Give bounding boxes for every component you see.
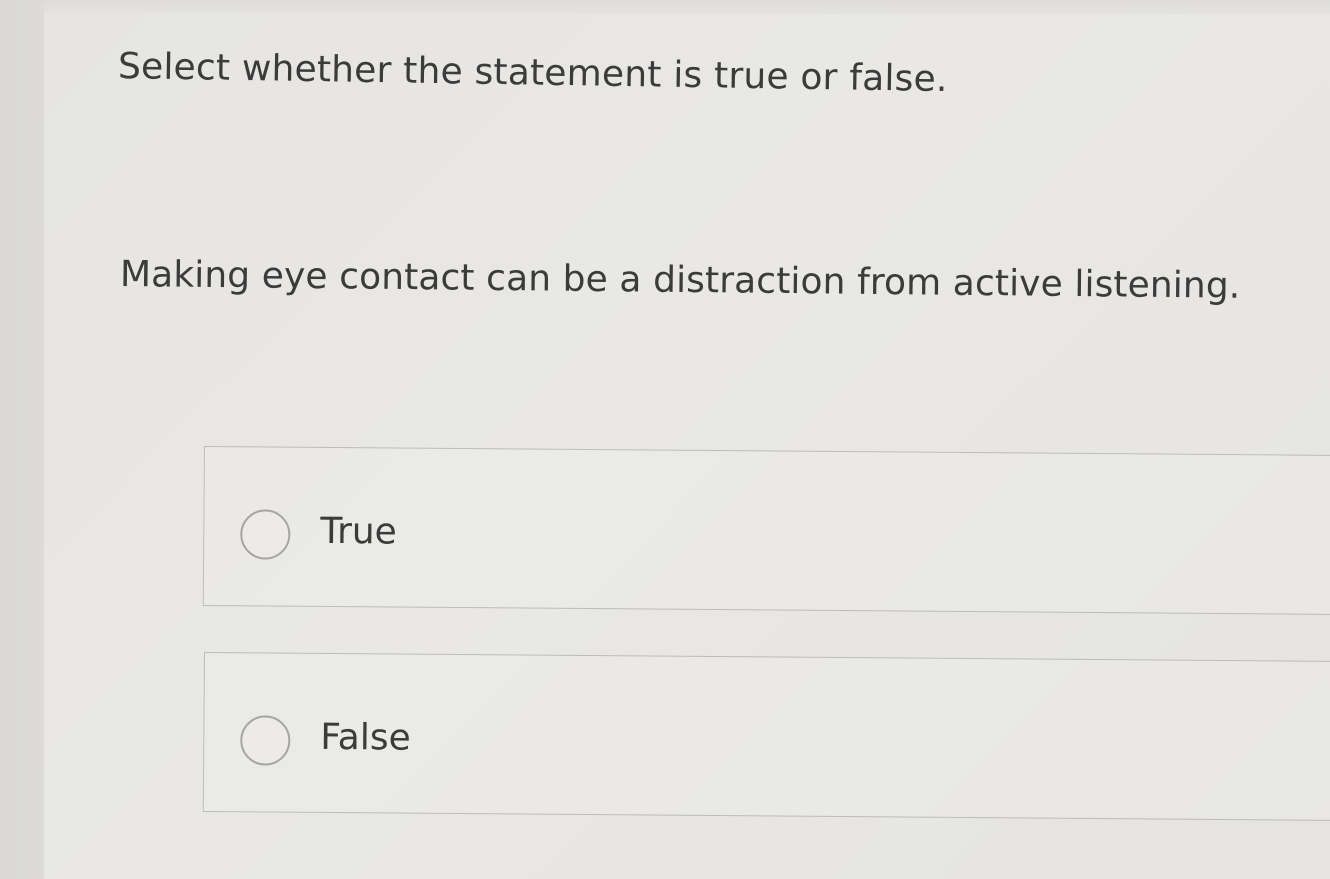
option-label-false: False [320, 716, 411, 759]
option-label-true: True [320, 510, 397, 553]
left-margin-panel [0, 0, 45, 879]
top-edge [44, 0, 1330, 14]
answer-option-true[interactable]: True [202, 446, 1330, 615]
answer-option-false[interactable]: False [202, 652, 1330, 821]
radio-button-false[interactable] [240, 715, 291, 766]
radio-button-true[interactable] [240, 509, 291, 560]
